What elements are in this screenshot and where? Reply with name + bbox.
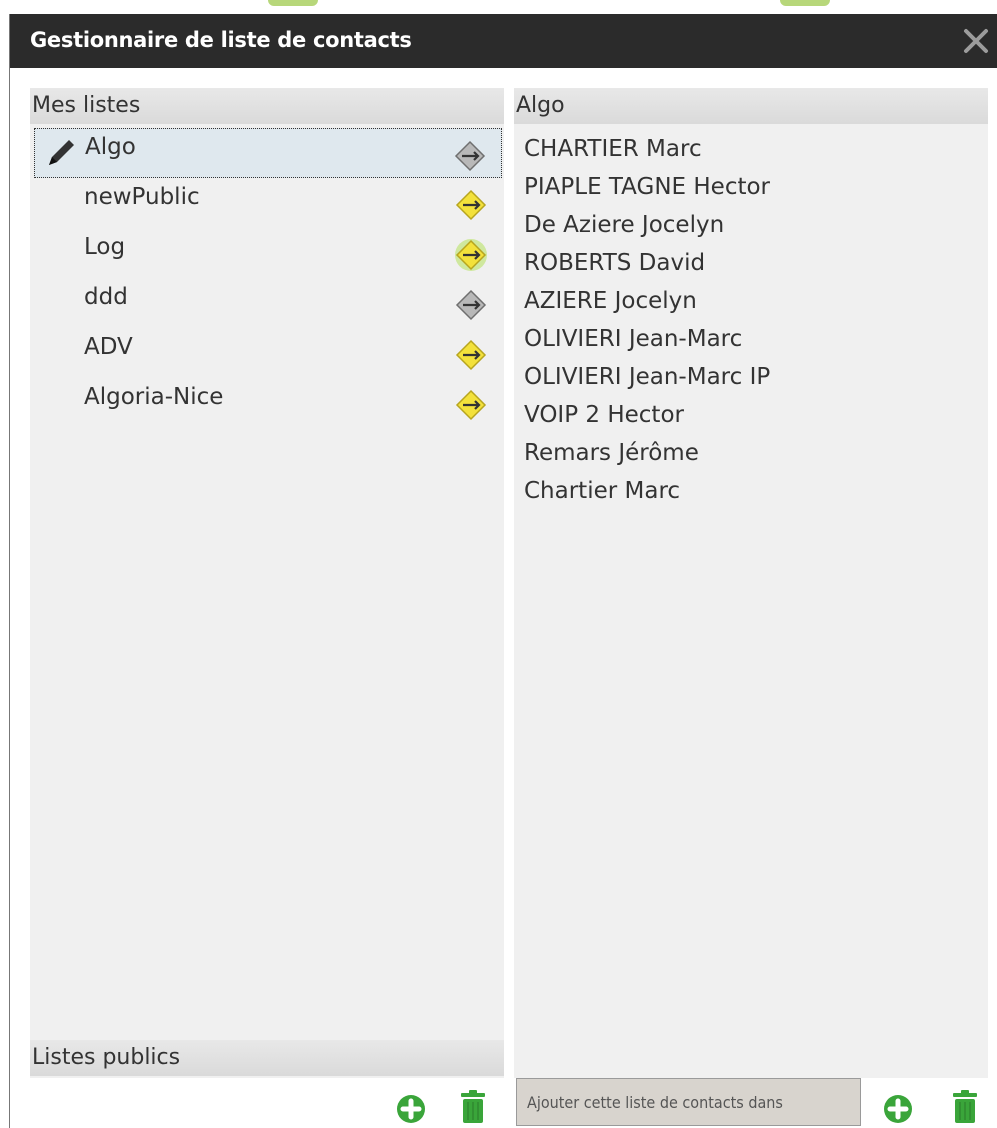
list-item[interactable]: Algoria-Nice: [30, 378, 504, 428]
contact-item[interactable]: Remars Jérôme: [514, 434, 988, 472]
list-item-label: ADV: [84, 334, 133, 360]
background-decoration: [780, 0, 830, 6]
selected-list-header: Algo: [514, 88, 988, 124]
contact-item[interactable]: PIAPLE TAGNE Hector: [514, 168, 988, 206]
delete-contact-button[interactable]: [950, 1090, 980, 1124]
my-lists: Algo newPublic Log ddd ADV Algoria-Nice: [30, 128, 504, 428]
dialog-titlebar: Gestionnaire de liste de contacts: [10, 14, 997, 68]
contact-item[interactable]: CHARTIER Marc: [514, 130, 988, 168]
share-toggle-icon[interactable]: [454, 238, 488, 272]
contact-item[interactable]: VOIP 2 Hector: [514, 396, 988, 434]
list-item-label: Algo: [85, 134, 136, 160]
add-list-to-button[interactable]: Ajouter cette liste de contacts dans: [516, 1078, 861, 1126]
share-toggle-icon[interactable]: [454, 338, 488, 372]
add-list-button[interactable]: [396, 1092, 426, 1126]
pencil-icon[interactable]: [43, 135, 79, 171]
list-item-label: Log: [84, 234, 126, 260]
list-item-label: ddd: [84, 284, 128, 310]
list-item-label: newPublic: [84, 184, 200, 210]
background-window-edge: [0, 14, 10, 1128]
close-icon[interactable]: [961, 26, 991, 56]
contact-list-manager-dialog: Gestionnaire de liste de contacts Mes li…: [10, 14, 997, 1128]
my-lists-header: Mes listes: [30, 88, 504, 124]
background-decoration: [268, 0, 318, 6]
contact-item[interactable]: De Aziere Jocelyn: [514, 206, 988, 244]
share-toggle-icon[interactable]: [453, 139, 487, 173]
contact-item[interactable]: AZIERE Jocelyn: [514, 282, 988, 320]
contact-item[interactable]: Chartier Marc: [514, 472, 988, 510]
list-item[interactable]: ADV: [30, 328, 504, 378]
share-toggle-icon[interactable]: [454, 288, 488, 322]
my-lists-panel: Mes listes Algo newPublic Log ddd ADV Algoria…: [30, 88, 504, 1078]
public-lists-header[interactable]: Listes publics: [30, 1040, 504, 1076]
share-toggle-icon[interactable]: [454, 388, 488, 422]
background-window-strip: [0, 0, 997, 14]
list-item[interactable]: Algo: [34, 128, 502, 178]
list-item-label: Algoria-Nice: [84, 384, 224, 410]
list-item[interactable]: newPublic: [30, 178, 504, 228]
contact-list: CHARTIER Marc PIAPLE TAGNE Hector De Azier…: [514, 130, 988, 510]
contact-item[interactable]: OLIVIERI Jean-Marc: [514, 320, 988, 358]
delete-list-button[interactable]: [458, 1090, 488, 1124]
dialog-title: Gestionnaire de liste de contacts: [30, 28, 412, 52]
list-contacts-panel: Algo CHARTIER Marc PIAPLE TAGNE Hector De …: [514, 88, 988, 1078]
contact-item[interactable]: ROBERTS David: [514, 244, 988, 282]
list-item[interactable]: ddd: [30, 278, 504, 328]
add-contact-button[interactable]: [883, 1092, 913, 1126]
list-item[interactable]: Log: [30, 228, 504, 278]
share-toggle-icon[interactable]: [454, 188, 488, 222]
contact-item[interactable]: OLIVIERI Jean-Marc IP: [514, 358, 988, 396]
